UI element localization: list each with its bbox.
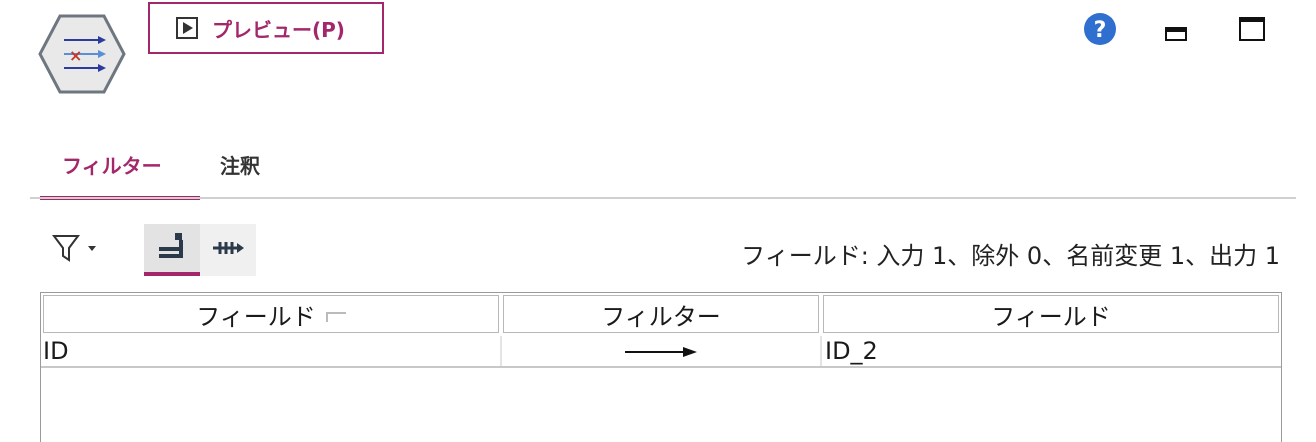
maximize-icon[interactable] <box>1238 16 1266 42</box>
discard-fields-icon <box>211 238 245 262</box>
column-header-input-field[interactable]: フィールド <box>43 295 499 333</box>
arrow-right-icon <box>623 336 699 366</box>
svg-text:?: ? <box>1094 18 1107 43</box>
output-field-cell[interactable]: ID_2 <box>825 336 1281 366</box>
column-header-label: フィールド <box>196 302 316 331</box>
preview-label: プレビュー(P) <box>212 17 345 42</box>
minimize-icon[interactable] <box>1164 24 1188 42</box>
play-icon <box>176 17 198 39</box>
input-field-cell: ID <box>43 337 69 365</box>
pass-fields-button[interactable] <box>144 224 200 276</box>
preview-button[interactable]: プレビュー(P) <box>148 2 384 54</box>
column-header-filter[interactable]: フィルター <box>503 295 819 333</box>
tab-annotation[interactable]: 注釈 <box>220 140 310 200</box>
pass-fields-icon <box>155 231 189 265</box>
tab-divider <box>30 197 1296 199</box>
tab-filter[interactable]: フィルター <box>40 140 200 200</box>
field-table: フィールド フィルター フィールド ID ID_2 <box>40 292 1282 442</box>
filter-node-icon: × <box>38 12 126 96</box>
svg-text:×: × <box>69 46 82 65</box>
discard-fields-button[interactable] <box>200 224 256 276</box>
filter-cell[interactable] <box>503 336 819 366</box>
help-icon[interactable]: ? <box>1083 12 1117 46</box>
funnel-dropdown-icon[interactable] <box>52 234 100 264</box>
sort-indicator-icon <box>325 312 346 322</box>
field-summary: フィールド: 入力 1、除外 0、名前変更 1、出力 1 <box>741 242 1280 270</box>
column-header-label: フィールド <box>991 302 1111 331</box>
column-header-output-field[interactable]: フィールド <box>823 295 1279 333</box>
column-header-label: フィルター <box>601 302 721 331</box>
column-separator <box>820 336 822 366</box>
table-row[interactable]: ID ID_2 <box>41 336 1281 368</box>
column-separator <box>500 336 502 366</box>
